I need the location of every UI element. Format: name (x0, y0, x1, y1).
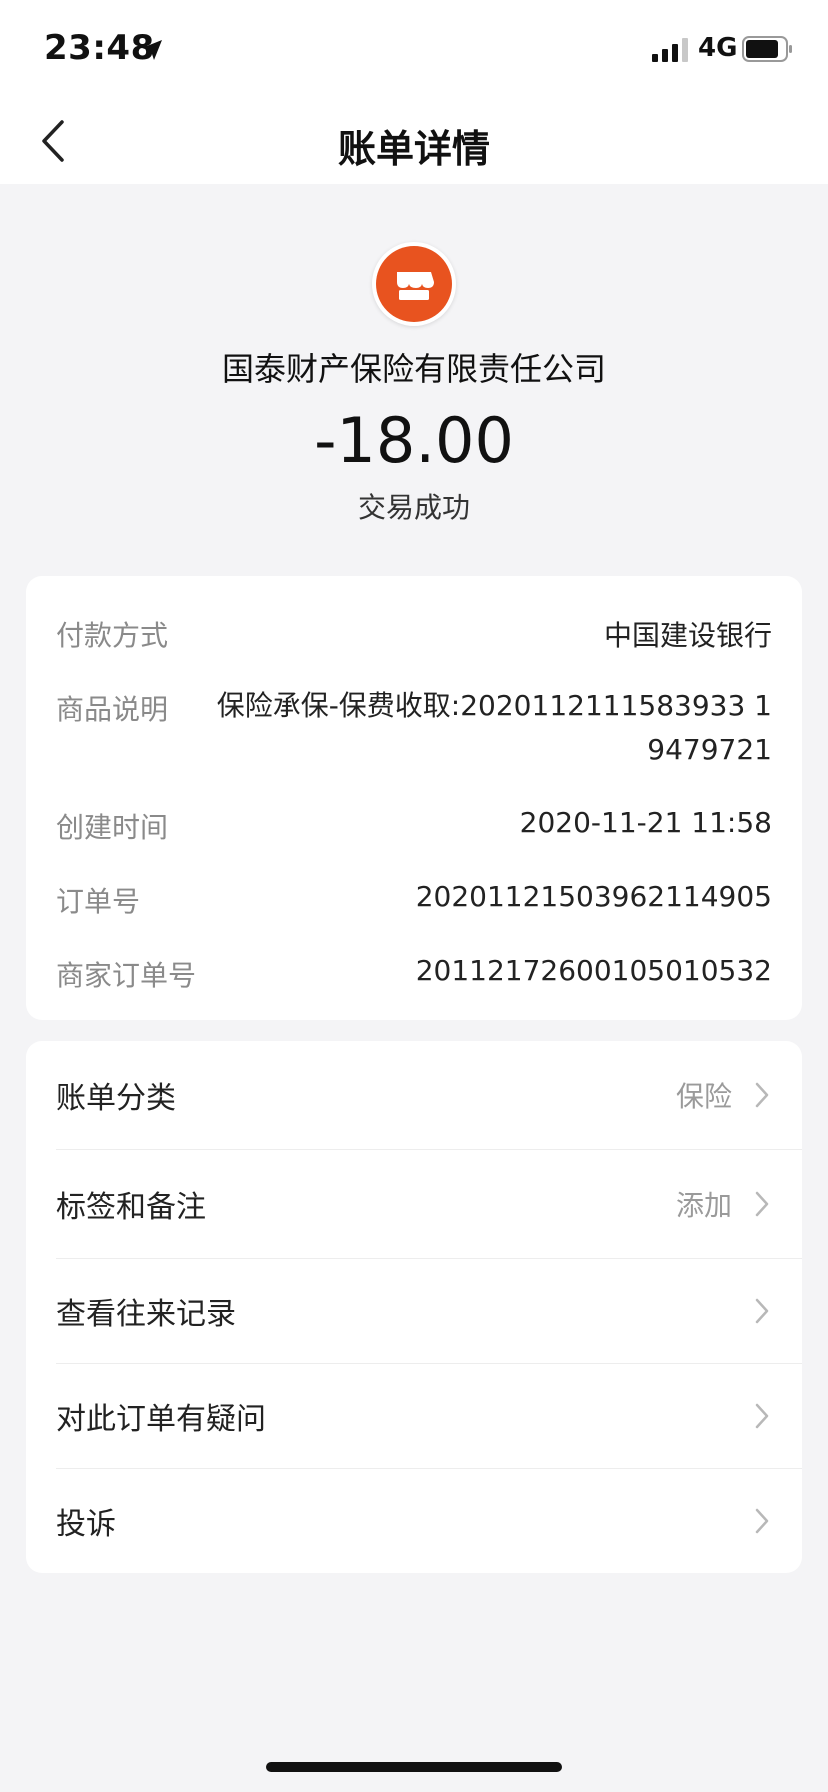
detail-value: 中国建设银行 (603, 619, 772, 652)
action-row-view-history[interactable]: 查看往来记录 (56, 1259, 772, 1363)
detail-label: 付款方式 (56, 619, 169, 652)
chevron-right-icon (755, 1298, 769, 1324)
merchant-name: 国泰财产保险有限责任公司 (221, 350, 606, 388)
action-label: 查看往来记录 (56, 1297, 236, 1332)
action-label: 投诉 (56, 1507, 116, 1542)
transaction-status: 交易成功 (357, 491, 470, 524)
action-value: 保险 (675, 1080, 732, 1113)
transaction-details-card: 付款方式 中国建设银行 商品说明 保险承保-保费收取:2020112111583… (26, 576, 802, 1020)
detail-value: 保险承保-保费收取:2020112111583933 19479721 (216, 689, 772, 766)
chevron-right-icon (755, 1508, 769, 1534)
actions-card: 账单分类 保险 标签和备注 添加 查看往来记录 对此订单有疑问 投诉 (26, 1041, 802, 1573)
detail-label: 商品说明 (56, 693, 169, 726)
transaction-amount: -18.00 (314, 404, 514, 477)
battery-icon (742, 36, 792, 62)
action-value: 添加 (675, 1189, 732, 1222)
chevron-right-icon (755, 1403, 769, 1429)
location-arrow-icon (142, 40, 162, 60)
action-row-order-question[interactable]: 对此订单有疑问 (56, 1364, 772, 1468)
signal-bars-icon (652, 38, 688, 62)
detail-label: 订单号 (56, 885, 141, 918)
network-type: 4G (698, 33, 738, 63)
status-bar: 23:48 4G (0, 0, 828, 100)
merchant-logo (372, 242, 456, 326)
chevron-right-icon (755, 1082, 769, 1108)
detail-value: 20201121503962114905 (415, 880, 772, 913)
detail-label: 创建时间 (56, 811, 169, 844)
action-label: 对此订单有疑问 (56, 1402, 266, 1437)
action-row-complaint[interactable]: 投诉 (56, 1469, 772, 1573)
action-label: 账单分类 (56, 1081, 176, 1116)
detail-value: 20112172600105010532 (415, 954, 772, 987)
top-bar: 23:48 4G 账单详情 (0, 0, 828, 184)
page-title: 账单详情 (337, 127, 490, 171)
navigation-bar: 账单详情 (0, 100, 828, 184)
status-time: 23:48 (44, 28, 155, 68)
chevron-right-icon (755, 1191, 769, 1217)
home-indicator (266, 1762, 562, 1772)
action-row-tags-notes[interactable]: 标签和备注 添加 (56, 1150, 772, 1258)
detail-value: 2020-11-21 11:58 (519, 806, 772, 839)
action-label: 标签和备注 (56, 1190, 206, 1225)
action-row-bill-category[interactable]: 账单分类 保险 (56, 1041, 772, 1149)
store-icon (376, 246, 452, 322)
detail-label: 商家订单号 (56, 959, 197, 992)
